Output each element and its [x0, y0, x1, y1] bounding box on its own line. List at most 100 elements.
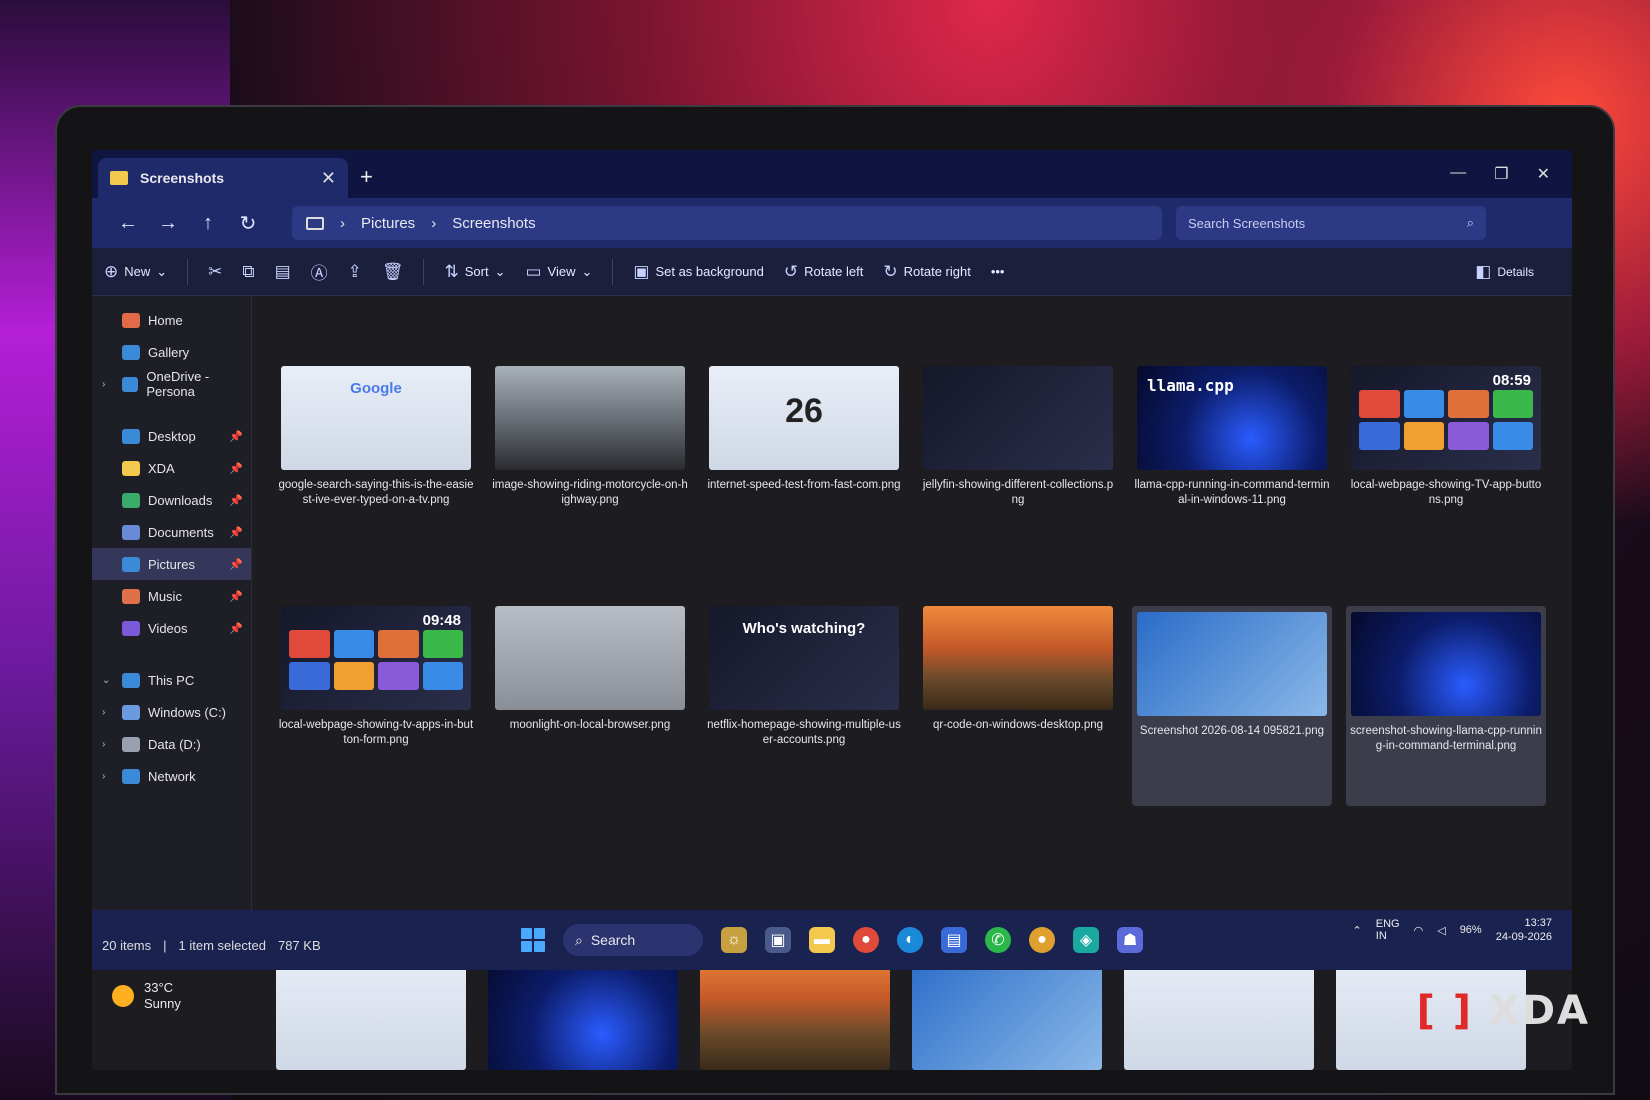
refresh-icon[interactable]: ↻ [228, 211, 268, 236]
tab-close-icon[interactable]: ✕ [321, 168, 336, 189]
back-arrow-icon[interactable]: ← [108, 212, 148, 235]
file-tile[interactable]: Google google-search-saying-this-is-the-e… [276, 366, 476, 566]
file-tile[interactable]: 09:48 local-webpage-showing-tv-apps-in-bu… [276, 606, 476, 806]
file-tile[interactable]: 08:59 local-webpage-showing-TV-app-button… [1346, 366, 1546, 566]
breadcrumb-pictures[interactable]: Pictures [361, 215, 415, 232]
app-icon[interactable]: ◈ [1073, 927, 1099, 953]
more-options-button[interactable]: ••• [991, 264, 1005, 279]
breadcrumb-screenshots[interactable]: Screenshots [452, 215, 535, 232]
rename-button[interactable]: Ⓐ [311, 259, 328, 284]
search-input[interactable]: Search Screenshots ⌕ [1176, 206, 1486, 240]
set-as-background-button[interactable]: ▣ Set as background [633, 262, 763, 282]
chevron-icon[interactable]: ⌄ [102, 675, 110, 686]
edge-icon[interactable]: ◐ [897, 927, 923, 953]
minimize-button[interactable]: — [1450, 164, 1466, 184]
home-icon [122, 312, 140, 328]
file-tile[interactable]: 26 internet-speed-test-from-fast-com.png [704, 366, 904, 566]
details-button[interactable]: ◧ Details [1475, 262, 1534, 282]
wifi-icon[interactable]: ◠ [1414, 924, 1424, 937]
sidebar-item-desktop[interactable]: Desktop 📌 [92, 420, 251, 452]
file-thumbnail[interactable] [495, 366, 685, 470]
taskbar-search[interactable]: ⌕ Search [563, 924, 703, 956]
rotate-right-button[interactable]: ↻ Rotate right [883, 262, 970, 282]
file-thumbnail[interactable] [495, 606, 685, 710]
pin-icon[interactable]: 📌 [229, 526, 243, 539]
file-tile[interactable]: screenshot-showing-llama-cpp-running-in-… [1346, 606, 1546, 806]
pin-icon[interactable]: 📌 [229, 462, 243, 475]
share-button[interactable]: ⇪ [348, 262, 362, 282]
sidebar-item-pictures[interactable]: Pictures 📌 [92, 548, 251, 580]
file-thumbnail[interactable]: llama.cpp [1137, 366, 1327, 470]
sidebar-item-videos[interactable]: Videos 📌 [92, 612, 251, 644]
file-thumbnail[interactable] [923, 606, 1113, 710]
new-button[interactable]: ⊕ New ⌄ [104, 262, 167, 282]
view-button[interactable]: ▭ View ⌄ [525, 262, 592, 282]
file-tile[interactable]: image-showing-riding-motorcycle-on-highw… [490, 366, 690, 566]
sidebar-item-network[interactable]: › Network [92, 760, 251, 792]
pin-icon[interactable]: 📌 [229, 430, 243, 443]
sidebar-item-music[interactable]: Music 📌 [92, 580, 251, 612]
pin-icon[interactable]: 📌 [229, 622, 243, 635]
paste-button[interactable]: ▤ [275, 262, 291, 282]
pin-icon[interactable]: 📌 [229, 494, 243, 507]
delete-button[interactable]: 🗑 [382, 262, 404, 282]
sidebar-item-this-pc[interactable]: ⌄ This PC [92, 664, 251, 696]
sidebar-item-gallery[interactable]: Gallery [92, 336, 251, 368]
file-thumbnail[interactable]: 08:59 [1351, 366, 1541, 470]
chevron-icon[interactable]: › [102, 739, 105, 750]
sidebar-item-xda[interactable]: XDA 📌 [92, 452, 251, 484]
notepad-icon[interactable]: ▤ [941, 927, 967, 953]
file-tile[interactable]: qr-code-on-windows-desktop.png [918, 606, 1118, 806]
volume-icon[interactable]: ◁ [1437, 924, 1445, 937]
up-arrow-icon[interactable]: ↑ [188, 212, 228, 235]
file-tile[interactable]: Screenshot 2026-08-14 095821.png [1132, 606, 1332, 806]
file-thumbnail[interactable] [923, 366, 1113, 470]
file-explorer-icon[interactable]: ▬ [809, 927, 835, 953]
forward-arrow-icon[interactable]: → [148, 212, 188, 235]
rotate-left-button[interactable]: ↺ Rotate left [784, 262, 864, 282]
file-thumbnail[interactable] [1137, 612, 1327, 716]
file-thumbnail[interactable]: 26 [709, 366, 899, 470]
search-placeholder: Search Screenshots [1188, 215, 1306, 231]
new-tab-button[interactable]: + [360, 164, 373, 190]
file-tile[interactable]: llama.cpp llama-cpp-running-in-command-te… [1132, 366, 1332, 566]
this-pc-icon [306, 216, 324, 230]
chrome-icon[interactable]: ● [853, 927, 879, 953]
chrome-canary-icon[interactable]: ● [1029, 927, 1055, 953]
lang-indicator[interactable]: ENG IN [1376, 918, 1400, 942]
chevron-icon[interactable]: › [102, 707, 105, 718]
file-thumbnail[interactable]: Who's watching? [709, 606, 899, 710]
chevron-icon[interactable]: › [102, 379, 105, 390]
file-tile[interactable]: jellyfin-showing-different-collections.p… [918, 366, 1118, 566]
chevron-icon[interactable]: › [102, 771, 105, 782]
clock[interactable]: 13:37 24-09-2026 [1496, 916, 1552, 944]
pin-icon[interactable]: 📌 [229, 558, 243, 571]
file-tile[interactable]: moonlight-on-local-browser.png [490, 606, 690, 806]
sidebar-item-home[interactable]: Home [92, 304, 251, 336]
windows-start-icon[interactable] [521, 928, 545, 952]
file-thumbnail[interactable]: 09:48 [281, 606, 471, 710]
sidebar-item-data-d[interactable]: › Data (D:) [92, 728, 251, 760]
sort-button[interactable]: ⇅ Sort ⌄ [444, 262, 505, 282]
whatsapp-icon[interactable]: ✆ [985, 927, 1011, 953]
weather-widget[interactable]: 33°C Sunny [112, 980, 181, 1012]
cut-button[interactable]: ✂ [208, 262, 222, 282]
task-view-icon[interactable]: ▣ [765, 927, 791, 953]
tab-screenshots[interactable]: Screenshots ✕ [98, 158, 348, 198]
close-button[interactable]: ✕ [1537, 164, 1550, 184]
sidebar-item-windows-c[interactable]: › Windows (C:) [92, 696, 251, 728]
sidebar-item-downloads[interactable]: Downloads 📌 [92, 484, 251, 516]
sidebar-item-onedrive-persona[interactable]: › OneDrive - Persona [92, 368, 251, 400]
breadcrumb[interactable]: › Pictures › Screenshots [292, 206, 1162, 240]
sidebar-item-documents[interactable]: Documents 📌 [92, 516, 251, 548]
file-thumbnail[interactable]: Google [281, 366, 471, 470]
pin-icon[interactable]: 📌 [229, 590, 243, 603]
chevron-up-icon[interactable]: ⌃ [1353, 924, 1362, 937]
maximize-button[interactable]: ❐ [1494, 164, 1508, 184]
battery-indicator[interactable]: 96% [1460, 924, 1482, 936]
file-thumbnail[interactable] [1351, 612, 1541, 716]
copy-button[interactable]: ⧉ [242, 262, 254, 282]
teams-icon[interactable]: ☗ [1117, 927, 1143, 953]
file-tile[interactable]: Who's watching? netflix-homepage-showing-… [704, 606, 904, 806]
widget-icon[interactable]: ☼ [721, 927, 747, 953]
